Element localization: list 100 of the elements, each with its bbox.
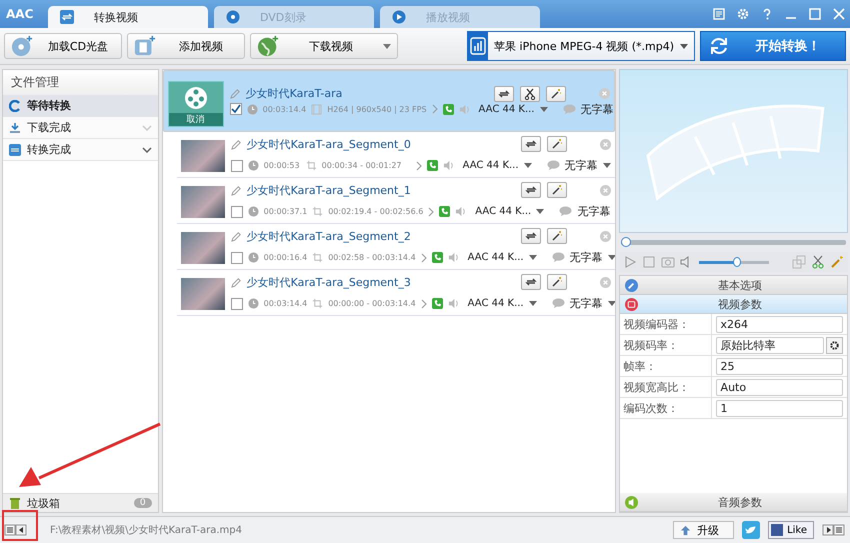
param-dropdown[interactable]: 25 — [716, 358, 843, 374]
chevron-right-icon[interactable] — [432, 104, 438, 114]
toolbar-button[interactable]: 下载视频 — [250, 33, 398, 59]
caret-icon — [528, 301, 537, 306]
close-icon[interactable] — [600, 184, 611, 196]
scissors-icon — [524, 88, 536, 100]
toolbar-button[interactable]: 添加视频 — [127, 33, 245, 59]
file-name[interactable]: 少女时代KaraT-ara_Segment_0 — [246, 136, 453, 152]
subtitle-dropdown[interactable]: 无字幕 — [570, 250, 603, 265]
audio-dropdown[interactable]: AAC 44 K... — [468, 252, 524, 263]
caret-icon — [383, 44, 391, 48]
tab[interactable]: 转换视频 — [48, 6, 208, 28]
close-icon[interactable] — [600, 230, 611, 242]
settings-section-header[interactable]: 音频参数 — [620, 493, 847, 512]
upgrade-button[interactable]: 升级 — [673, 521, 734, 539]
panel-toggle-icon[interactable] — [822, 524, 846, 536]
checkbox[interactable] — [230, 103, 242, 115]
magic-wand-icon[interactable] — [830, 255, 844, 269]
checkbox[interactable] — [230, 206, 243, 218]
trash-item[interactable]: 垃圾箱 0 — [3, 493, 158, 512]
file-row[interactable]: 取消 少女时代KaraT-ara 00:03:14.4 H264 | 960x540 | 23 FPS AAC 44 K... 无字幕 — [162, 70, 615, 132]
close-icon[interactable] — [600, 138, 611, 150]
sidebar-item[interactable]: 转换完成 — [3, 139, 158, 161]
audio-dropdown[interactable]: AAC 44 K... — [478, 104, 534, 114]
settings-section-header[interactable]: 视频参数 — [620, 295, 847, 314]
settings-button[interactable] — [826, 336, 843, 354]
sidebar-item[interactable]: 下载完成 — [3, 117, 158, 139]
chevron-right-icon[interactable] — [428, 206, 434, 216]
start-button[interactable]: 开始转换！ — [700, 31, 846, 61]
param-dropdown[interactable]: 原始比特率 — [716, 336, 824, 354]
close-icon[interactable] — [833, 8, 845, 20]
like-button[interactable]: Like — [768, 521, 814, 539]
audio-dropdown[interactable]: AAC 44 K... — [468, 298, 524, 309]
profile-dropdown[interactable]: 苹果 iPhone MPEG-4 视频 (*.mp4) — [467, 31, 695, 61]
pencil-icon[interactable] — [230, 138, 242, 150]
checkbox[interactable] — [230, 298, 243, 310]
audio-dropdown[interactable]: AAC 44 K... — [462, 160, 519, 171]
progress-slider[interactable] — [620, 240, 846, 245]
slider-thumb[interactable] — [620, 237, 631, 247]
close-icon[interactable] — [600, 276, 611, 288]
pencil-icon[interactable] — [230, 88, 241, 99]
subtitle-dropdown[interactable]: 无字幕 — [570, 296, 603, 311]
list-icon[interactable] — [713, 8, 725, 20]
camera-icon[interactable] — [660, 255, 675, 269]
slider-thumb[interactable] — [733, 256, 742, 266]
file-name[interactable]: 少女时代KaraT-ara_Segment_1 — [246, 182, 453, 198]
phone-icon — [426, 160, 438, 171]
convert-button[interactable] — [494, 86, 514, 102]
param-dropdown[interactable]: 1 — [716, 400, 843, 416]
copy-icon[interactable] — [792, 255, 806, 269]
swap-icon — [524, 138, 537, 150]
play-icon[interactable] — [622, 255, 637, 269]
panel-toggle-icon[interactable] — [4, 524, 28, 536]
effects-button[interactable] — [546, 274, 567, 290]
help-icon[interactable] — [761, 8, 773, 20]
close-icon[interactable] — [598, 88, 610, 99]
chevron-right-icon[interactable] — [420, 298, 427, 308]
convert-button[interactable] — [520, 228, 541, 244]
count-badge: 0 — [134, 498, 152, 508]
refresh-icon — [709, 36, 729, 56]
speaker-icon — [458, 104, 470, 114]
convert-button[interactable] — [520, 274, 541, 290]
settings-section-header[interactable]: 基本选项 — [620, 276, 847, 295]
audio-dropdown[interactable]: AAC 44 K... — [475, 206, 532, 217]
cut-button[interactable] — [520, 86, 540, 102]
pencil-icon[interactable] — [230, 184, 242, 196]
effects-button[interactable] — [546, 136, 567, 152]
effects-button[interactable] — [546, 228, 567, 244]
cancel-label[interactable]: 取消 — [168, 113, 223, 126]
pencil-icon[interactable] — [230, 230, 242, 242]
chevron-right-icon[interactable] — [420, 252, 427, 262]
convert-button[interactable] — [520, 182, 541, 198]
sidebar-item[interactable]: 等待转换 — [3, 95, 158, 117]
trim-icon — [312, 298, 324, 309]
settings-icon[interactable] — [737, 8, 749, 20]
stop-icon[interactable] — [642, 255, 656, 269]
param-dropdown[interactable]: Auto — [716, 378, 843, 396]
scissors-icon[interactable] — [811, 255, 825, 269]
file-name[interactable]: 少女时代KaraT-ara_Segment_2 — [246, 228, 453, 244]
magic-wand-icon — [550, 276, 563, 288]
speaker-icon — [442, 160, 454, 171]
effects-button[interactable] — [546, 86, 566, 102]
subtitle-dropdown[interactable]: 无字幕 — [580, 102, 614, 116]
convert-button[interactable] — [520, 136, 541, 152]
file-name[interactable]: 少女时代KaraT-ara_Segment_3 — [246, 274, 453, 290]
chevron-right-icon[interactable] — [416, 160, 422, 170]
subtitle-dropdown[interactable]: 无字幕 — [577, 204, 610, 219]
chevron-down-icon[interactable] — [142, 146, 152, 152]
pencil-icon[interactable] — [230, 276, 242, 288]
toolbar-button[interactable]: 加载CD光盘 — [4, 33, 122, 59]
maximize-icon[interactable] — [809, 8, 821, 20]
subtitle-dropdown[interactable]: 无字幕 — [564, 158, 598, 173]
file-name[interactable]: 少女时代KaraT-ara — [246, 86, 466, 101]
clock-icon — [248, 160, 259, 171]
param-dropdown[interactable]: x264 — [716, 316, 843, 332]
clock-icon — [248, 298, 259, 309]
bird-icon[interactable] — [742, 521, 760, 539]
checkbox[interactable] — [230, 252, 243, 264]
effects-button[interactable] — [546, 182, 567, 198]
checkbox[interactable] — [230, 160, 243, 172]
